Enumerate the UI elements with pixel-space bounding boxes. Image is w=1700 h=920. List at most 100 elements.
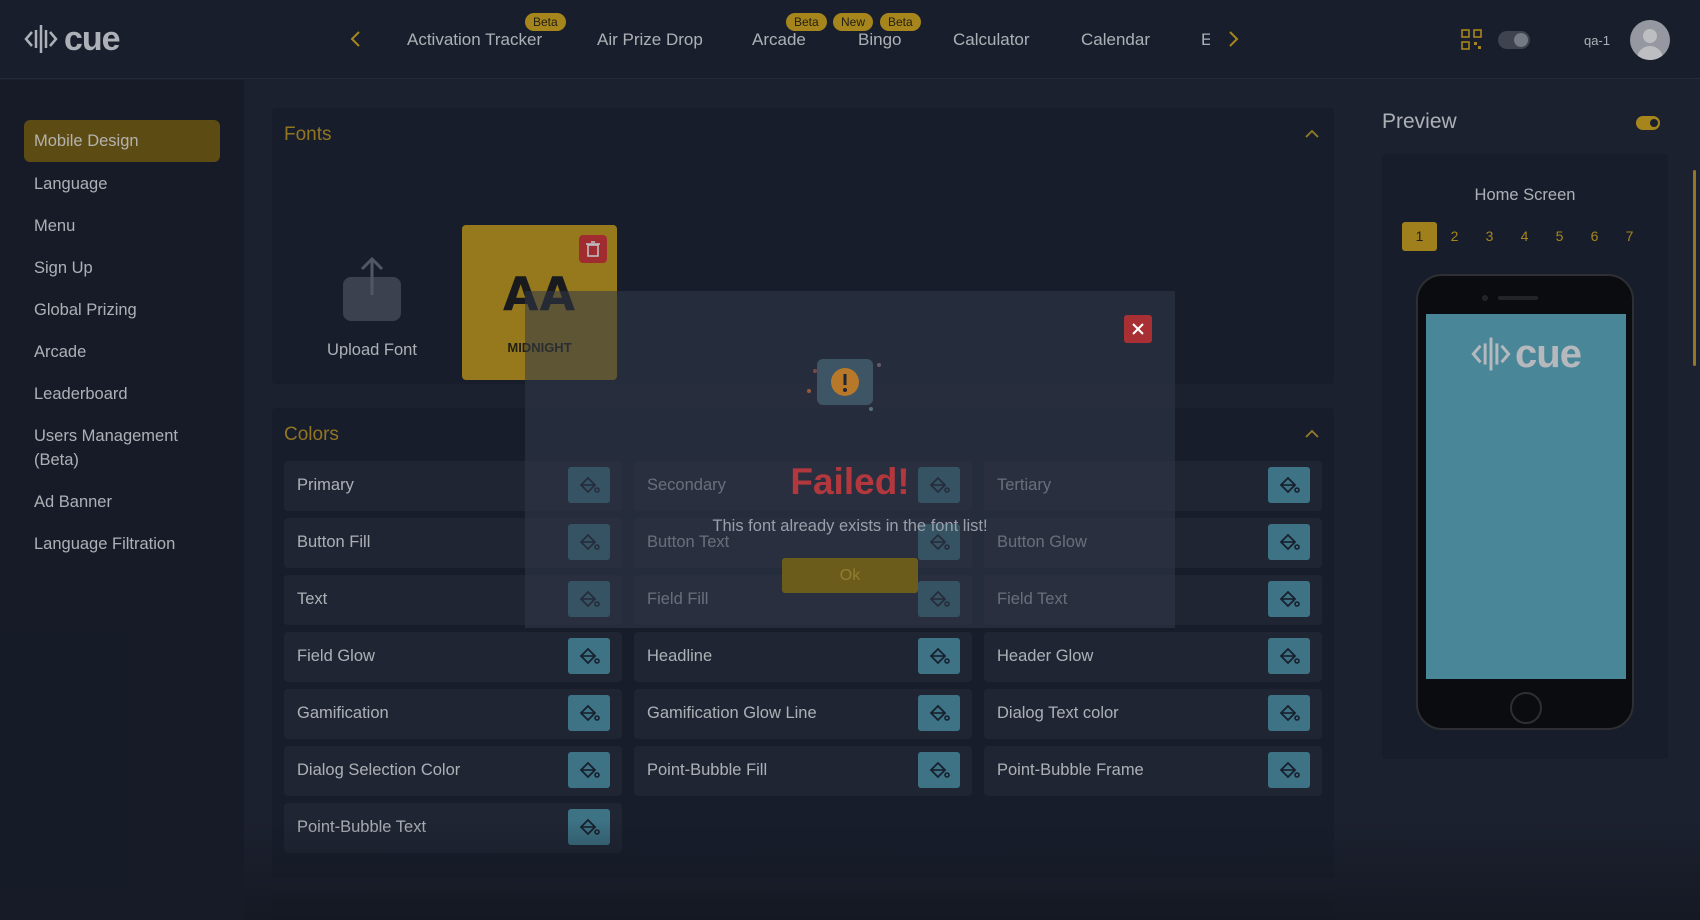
color-picker-button[interactable] <box>1268 467 1310 503</box>
sidebar-item-ad-banner[interactable]: Ad Banner <box>24 490 220 514</box>
sidebar-item-sign-up[interactable]: Sign Up <box>24 256 220 280</box>
sidebar-item-label: Language Filtration <box>34 535 176 553</box>
sidebar-item-language-filtration[interactable]: Language Filtration <box>24 532 220 556</box>
color-label: Point-Bubble Fill <box>647 761 768 779</box>
sidebar-item-users-management[interactable]: Users Management (Beta) <box>24 424 224 472</box>
top-bar: cue Activation Tracker Beta Air Prize Dr… <box>0 0 1700 79</box>
sidebar-item-language[interactable]: Language <box>24 172 220 196</box>
warning-icon <box>807 359 881 411</box>
beta-badge: Beta <box>786 13 827 31</box>
sidebar-item-mobile-design[interactable]: Mobile Design <box>24 120 220 162</box>
page-button-3[interactable]: 3 <box>1472 222 1507 251</box>
sidebar: Mobile Design Language Menu Sign Up Glob… <box>0 80 244 920</box>
tab-bingo[interactable]: Bingo <box>858 30 901 50</box>
qr-code-icon[interactable] <box>1460 28 1484 52</box>
app-logo[interactable]: cue <box>24 22 121 56</box>
sidebar-item-leaderboard[interactable]: Leaderboard <box>24 382 220 406</box>
chevron-right-icon <box>1229 31 1239 47</box>
scrollbar[interactable] <box>1693 170 1696 366</box>
sidebar-item-menu[interactable]: Menu <box>24 214 220 238</box>
nav-next-button[interactable] <box>1222 28 1244 52</box>
color-picker-button[interactable] <box>568 695 610 731</box>
page-button-6[interactable]: 6 <box>1577 222 1612 251</box>
tab-calendar[interactable]: Calendar <box>1081 30 1150 50</box>
paint-bucket-icon <box>1279 704 1300 722</box>
phone-mockup: cue <box>1416 274 1634 730</box>
color-label: Headline <box>647 647 713 665</box>
color-label: Text <box>297 590 328 608</box>
color-picker-button[interactable] <box>918 638 960 674</box>
color-row: Point-Bubble Frame <box>984 746 1322 796</box>
color-picker-button[interactable] <box>918 695 960 731</box>
tab-activation-tracker[interactable]: Activation Tracker <box>407 30 542 50</box>
color-picker-button[interactable] <box>1268 638 1310 674</box>
page-button-2[interactable]: 2 <box>1437 222 1472 251</box>
chevron-up-icon <box>1305 429 1319 438</box>
paint-bucket-icon <box>1279 647 1300 665</box>
collapse-button[interactable] <box>1302 424 1322 444</box>
nav-prev-button[interactable] <box>345 28 367 52</box>
color-picker-button[interactable] <box>568 809 610 845</box>
phone-camera <box>1482 295 1488 301</box>
sidebar-item-label: Global Prizing <box>34 301 137 319</box>
dialog-close-button[interactable] <box>1124 315 1152 343</box>
user-area: qa-1 <box>1460 20 1670 60</box>
upload-font-button[interactable]: Upload Font <box>312 253 432 360</box>
username: qa-1 <box>1583 32 1610 48</box>
audio-wave-icon <box>1471 337 1511 371</box>
color-label: Point-Bubble Text <box>297 818 427 836</box>
tab-arcade[interactable]: Arcade <box>752 30 806 50</box>
color-picker-button[interactable] <box>1268 695 1310 731</box>
paint-bucket-icon <box>929 647 950 665</box>
sidebar-item-label: Users Management (Beta) <box>34 427 178 469</box>
tab-label: Air Prize Drop <box>597 30 703 49</box>
avatar[interactable] <box>1630 20 1670 60</box>
trash-icon <box>586 241 600 257</box>
color-picker-button[interactable] <box>918 752 960 788</box>
screen-title: Home Screen <box>1474 186 1576 204</box>
tab-calculator[interactable]: Calculator <box>953 30 1030 50</box>
color-picker-button[interactable] <box>1268 581 1310 617</box>
paint-bucket-icon <box>929 761 950 779</box>
sidebar-item-label: Ad Banner <box>34 493 112 511</box>
dialog-ok-button[interactable]: Ok <box>782 558 918 593</box>
paint-bucket-icon <box>1279 533 1300 551</box>
sidebar-item-label: Arcade <box>34 343 87 361</box>
collapse-button[interactable] <box>1302 124 1322 144</box>
theme-toggle[interactable] <box>1497 31 1530 49</box>
next-section <box>272 892 1334 920</box>
color-label: Button Fill <box>297 533 371 551</box>
page-button-5[interactable]: 5 <box>1542 222 1577 251</box>
color-row: Headline <box>634 632 972 682</box>
tab-label: Bingo <box>858 30 902 49</box>
sidebar-item-label: Sign Up <box>34 259 93 277</box>
sidebar-item-global-prizing[interactable]: Global Prizing <box>24 298 220 322</box>
preview-toggle[interactable] <box>1636 116 1660 130</box>
paint-bucket-icon <box>579 761 600 779</box>
tab-label: Calendar <box>1081 30 1150 49</box>
phone-speaker <box>1498 296 1538 300</box>
page-button-7[interactable]: 7 <box>1612 222 1647 251</box>
phone-home-button <box>1510 692 1542 724</box>
dialog-title: Failed! <box>790 461 910 502</box>
color-row: Dialog Text color <box>984 689 1322 739</box>
paint-bucket-icon <box>1279 590 1300 608</box>
color-row: Point-Bubble Fill <box>634 746 972 796</box>
color-picker-button[interactable] <box>1268 752 1310 788</box>
beta-badge: Beta <box>880 13 921 31</box>
color-picker-button[interactable] <box>568 638 610 674</box>
sidebar-item-arcade[interactable]: Arcade <box>24 340 220 364</box>
paint-bucket-icon <box>579 704 600 722</box>
upload-font-label: Upload Font <box>327 341 417 359</box>
delete-font-button[interactable] <box>579 235 607 263</box>
page-button-4[interactable]: 4 <box>1507 222 1542 251</box>
tab-air-prize-drop[interactable]: Air Prize Drop <box>597 30 703 50</box>
sidebar-item-label: Menu <box>34 217 76 235</box>
tab-label: Activation Tracker <box>407 30 543 49</box>
color-label: Primary <box>297 476 354 494</box>
page-selector: 1234567 <box>1402 222 1647 251</box>
page-button-1[interactable]: 1 <box>1402 222 1437 251</box>
tab-e-truncated[interactable]: E <box>1201 30 1210 50</box>
color-picker-button[interactable] <box>1268 524 1310 560</box>
color-picker-button[interactable] <box>568 752 610 788</box>
